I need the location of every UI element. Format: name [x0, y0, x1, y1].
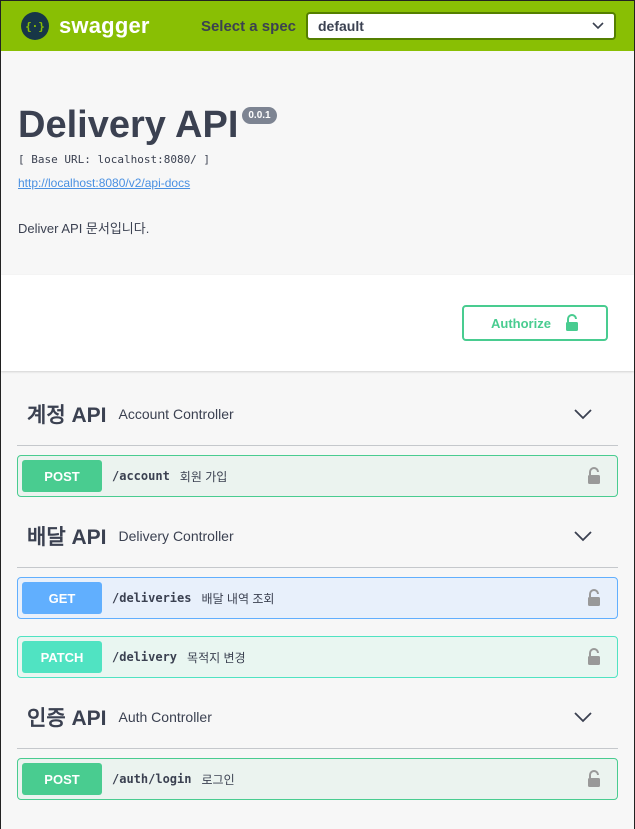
tag-description: Auth Controller: [118, 709, 212, 725]
swagger-logo-icon: {·}: [21, 12, 49, 40]
tag-description: Delivery Controller: [118, 528, 234, 544]
spec-select-value: default: [318, 18, 364, 34]
operation-summary: 로그인: [201, 772, 235, 787]
chevron-down-icon: [574, 408, 592, 419]
lock-icon[interactable]: [587, 770, 601, 788]
lock-icon[interactable]: [587, 467, 601, 485]
method-badge: POST: [22, 763, 102, 795]
method-badge: PATCH: [22, 641, 102, 673]
api-docs-link[interactable]: http://localhost:8080/v2/api-docs: [18, 176, 190, 190]
operation-path: /account: [112, 469, 170, 483]
operation-summary: 배달 내역 조회: [201, 591, 275, 606]
opblock-get-deliveries[interactable]: GET /deliveries 배달 내역 조회: [17, 577, 618, 619]
swagger-logo[interactable]: {·} swagger: [21, 12, 150, 40]
method-badge: POST: [22, 460, 102, 492]
operation-path: /auth/login: [112, 772, 192, 786]
version-badge: 0.0.1: [242, 107, 277, 124]
tag-name: 계정 API: [27, 404, 107, 427]
spec-label: Select a spec: [200, 17, 296, 35]
spec-select[interactable]: default: [306, 12, 616, 40]
opblock-post-auth-login[interactable]: POST /auth/login 로그인: [17, 758, 618, 800]
info-section: Delivery API 0.0.1 [ Base URL: localhost…: [1, 51, 634, 275]
authorize-label: Authorize: [491, 315, 551, 331]
topbar: {·} swagger Select a spec default: [1, 1, 634, 51]
operation-path: /delivery: [112, 650, 178, 664]
operation-summary: 회원 가입: [179, 469, 228, 484]
spec-selector: Select a spec default: [201, 12, 616, 40]
opblock-patch-delivery[interactable]: PATCH /delivery 목적지 변경: [17, 636, 618, 678]
method-badge: GET: [22, 582, 102, 614]
auth-wrapper: Authorize: [1, 275, 634, 371]
unlock-icon: [565, 314, 578, 331]
tag-header-auth[interactable]: 인증 API Auth Controller: [17, 686, 618, 749]
tag-header-delivery[interactable]: 배달 API Delivery Controller: [17, 505, 618, 568]
chevron-down-icon: [592, 22, 604, 30]
tag-name: 배달 API: [27, 526, 107, 549]
operation-summary: 목적지 변경: [187, 650, 246, 665]
base-url: [ Base URL: localhost:8080/ ]: [18, 153, 211, 166]
chevron-down-icon: [574, 530, 592, 541]
authorize-button[interactable]: Authorize: [462, 305, 608, 341]
tag-name: 인증 API: [27, 707, 107, 730]
brand-name: swagger: [59, 13, 150, 38]
operation-path: /deliveries: [112, 591, 192, 605]
api-description: Deliver API 문서입니다.: [18, 221, 150, 236]
chevron-down-icon: [574, 711, 592, 722]
svg-text:{·}: {·}: [25, 20, 45, 33]
lock-icon[interactable]: [587, 648, 601, 666]
operations-section: 계정 API Account Controller POST /account …: [1, 371, 634, 829]
lock-icon[interactable]: [587, 589, 601, 607]
tag-header-account[interactable]: 계정 API Account Controller: [17, 383, 618, 446]
opblock-post-account[interactable]: POST /account 회원 가입: [17, 455, 618, 497]
api-title: Delivery API: [18, 104, 239, 146]
tag-description: Account Controller: [118, 406, 234, 422]
